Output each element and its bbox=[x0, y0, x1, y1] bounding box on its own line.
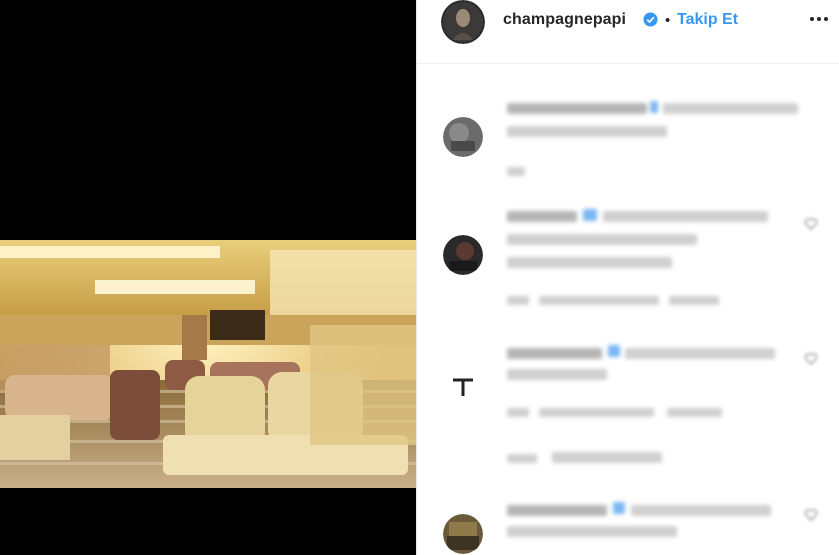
blurred-meta bbox=[552, 452, 662, 463]
verified-badge-icon bbox=[643, 12, 658, 27]
comment-item bbox=[417, 95, 839, 190]
post-header: champagnepapi • Takip Et bbox=[417, 0, 839, 64]
blurred-username bbox=[507, 211, 577, 222]
blurred-username bbox=[507, 505, 607, 516]
blurred-meta bbox=[539, 296, 659, 305]
more-icon[interactable] bbox=[808, 10, 830, 28]
comment-item bbox=[417, 500, 839, 555]
jet-interior-photo bbox=[0, 240, 416, 488]
commenter-avatar[interactable] bbox=[443, 362, 483, 402]
comment-item bbox=[417, 340, 839, 470]
blurred-meta bbox=[507, 167, 525, 176]
blurred-meta bbox=[539, 408, 654, 417]
separator-dot: • bbox=[665, 12, 671, 29]
blurred-text bbox=[507, 369, 607, 380]
blurred-text bbox=[603, 211, 768, 222]
blurred-text bbox=[507, 234, 697, 245]
like-heart-icon[interactable] bbox=[804, 352, 818, 366]
blurred-username bbox=[507, 103, 647, 114]
blurred-text bbox=[507, 126, 667, 137]
blurred-username bbox=[507, 348, 602, 359]
blurred-text bbox=[625, 348, 775, 359]
commenter-avatar[interactable] bbox=[443, 514, 483, 554]
blurred-badge bbox=[608, 345, 620, 357]
post-media[interactable] bbox=[0, 0, 416, 555]
blurred-meta bbox=[507, 454, 537, 463]
blurred-badge bbox=[650, 101, 658, 113]
blurred-text bbox=[507, 526, 677, 537]
blurred-meta bbox=[667, 408, 722, 417]
blurred-meta bbox=[507, 408, 529, 417]
commenter-avatar[interactable] bbox=[443, 117, 483, 157]
blurred-meta bbox=[507, 296, 529, 305]
post-details-panel: champagnepapi • Takip Et bbox=[416, 0, 839, 555]
blurred-badge bbox=[583, 209, 597, 221]
blurred-badge bbox=[613, 502, 625, 514]
blurred-text bbox=[663, 103, 798, 114]
blurred-meta bbox=[669, 296, 719, 305]
comment-item bbox=[417, 205, 839, 315]
like-heart-icon[interactable] bbox=[804, 508, 818, 522]
commenter-avatar[interactable] bbox=[443, 235, 483, 275]
blurred-text bbox=[631, 505, 771, 516]
follow-button[interactable]: Takip Et bbox=[677, 11, 738, 29]
username-link[interactable]: champagnepapi bbox=[503, 11, 626, 29]
like-heart-icon[interactable] bbox=[804, 217, 818, 231]
profile-avatar[interactable] bbox=[441, 0, 485, 44]
blurred-text bbox=[507, 257, 672, 268]
